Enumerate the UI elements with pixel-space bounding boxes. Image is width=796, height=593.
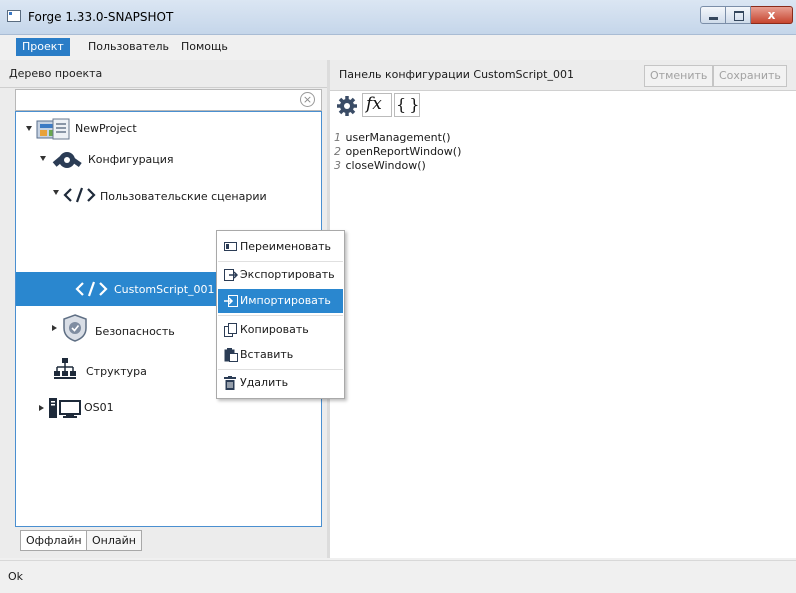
status-bar: Ok	[0, 560, 796, 593]
menu-label: Переименовать	[240, 240, 332, 253]
close-icon: x	[767, 8, 776, 22]
line-number: 2	[334, 145, 341, 158]
menu-item-rename[interactable]: Переименовать	[218, 235, 343, 259]
rename-icon	[224, 242, 237, 251]
import-icon	[224, 295, 238, 307]
computer-icon	[49, 398, 81, 418]
menu-user[interactable]: Пользователь	[82, 38, 175, 56]
code-icon	[63, 187, 96, 203]
tree-item-user-scripts[interactable]: Пользовательские сценарии	[16, 182, 321, 212]
tools-icon	[52, 152, 82, 168]
code-editor[interactable]: 1 userManagement() 2 openReportWindow() …	[334, 131, 461, 173]
clear-search-icon[interactable]: ×	[300, 92, 315, 107]
menu-label: Копировать	[240, 323, 309, 336]
collapsed-toggle-icon[interactable]	[39, 405, 44, 411]
status-text: Ok	[8, 570, 24, 583]
tree-label-os01: OS01	[84, 401, 114, 414]
window-title: Forge 1.33.0-SNAPSHOT	[28, 10, 174, 24]
tree-label-configuration: Конфигурация	[88, 153, 174, 166]
tree-label-project: NewProject	[75, 122, 137, 135]
menu-item-import[interactable]: Импортировать	[218, 289, 343, 313]
export-icon	[224, 269, 238, 281]
menu-item-paste[interactable]: Вставить	[218, 343, 343, 367]
menu-item-export[interactable]: Экспортировать	[218, 263, 343, 287]
code-text: closeWindow()	[345, 159, 426, 172]
project-icon	[36, 118, 70, 140]
minimize-button[interactable]	[700, 6, 726, 24]
maximize-button[interactable]	[726, 6, 751, 24]
tab-offline[interactable]: Оффлайн	[20, 530, 88, 551]
tree-item-configuration[interactable]: Конфигурация	[16, 144, 321, 174]
gear-icon[interactable]	[336, 95, 358, 117]
trash-icon	[224, 376, 236, 390]
app-icon	[7, 10, 21, 22]
menu-item-copy[interactable]: Копировать	[218, 318, 343, 342]
tab-online[interactable]: Онлайн	[86, 530, 142, 551]
fx-label: fx	[366, 94, 382, 114]
line-number: 1	[334, 131, 341, 144]
config-panel-title: Панель конфигурации CustomScript_001	[339, 68, 574, 81]
function-icon[interactable]: fx	[362, 93, 392, 117]
tree-label-security: Безопасность	[95, 325, 175, 338]
tree-search-input[interactable]: ×	[15, 89, 322, 111]
expand-toggle-icon[interactable]	[26, 126, 32, 131]
code-icon	[75, 281, 108, 297]
menu-label: Импортировать	[240, 294, 331, 307]
context-menu: Переименовать Экспортировать Импортирова…	[216, 230, 345, 399]
title-bar: Forge 1.33.0-SNAPSHOT x	[0, 0, 796, 35]
code-line: 3 closeWindow()	[334, 159, 461, 173]
collapsed-toggle-icon[interactable]	[52, 325, 57, 331]
tree-label-structure: Структура	[86, 365, 147, 378]
braces-label: { }	[396, 95, 419, 114]
tree-label-user-scripts: Пользовательские сценарии	[100, 190, 267, 203]
code-line: 2 openReportWindow()	[334, 145, 461, 159]
menu-item-delete[interactable]: Удалить	[218, 371, 343, 395]
line-number: 3	[334, 159, 341, 172]
close-button[interactable]: x	[751, 6, 793, 24]
menu-separator	[218, 315, 343, 316]
menu-bar: Проект Пользователь Помощь	[0, 35, 796, 57]
cancel-button[interactable]: Отменить	[644, 65, 714, 87]
config-panel-header: Панель конфигурации CustomScript_001 Отм…	[330, 60, 796, 91]
code-text: userManagement()	[345, 131, 451, 144]
paste-icon	[224, 348, 238, 362]
code-line: 1 userManagement()	[334, 131, 461, 145]
copy-icon	[224, 323, 237, 337]
expand-toggle-icon[interactable]	[53, 190, 59, 195]
menu-separator	[218, 369, 343, 370]
tree-item-newproject[interactable]: NewProject	[16, 114, 321, 144]
code-text: openReportWindow()	[345, 145, 462, 158]
menu-help[interactable]: Помощь	[175, 38, 234, 56]
expand-toggle-icon[interactable]	[40, 156, 46, 161]
braces-icon[interactable]: { }	[394, 93, 420, 117]
tree-label-customscript: CustomScript_001	[114, 283, 215, 296]
config-panel: Панель конфигурации CustomScript_001 Отм…	[330, 60, 796, 558]
menu-project[interactable]: Проект	[16, 38, 70, 56]
menu-label: Экспортировать	[240, 268, 335, 281]
editor-toolbar: fx { }	[330, 91, 796, 121]
save-button[interactable]: Сохранить	[713, 65, 787, 87]
project-tree-title: Дерево проекта	[0, 60, 327, 88]
shield-icon	[63, 314, 87, 342]
menu-label: Удалить	[240, 376, 289, 389]
hierarchy-icon	[54, 358, 76, 379]
menu-label: Вставить	[240, 348, 294, 361]
menu-separator	[218, 261, 343, 262]
